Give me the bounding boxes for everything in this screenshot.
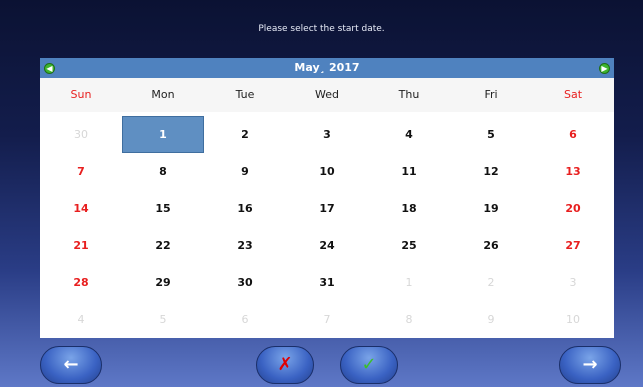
weekday-tue: Tue <box>235 88 255 101</box>
day-cell[interactable]: 3 <box>286 116 368 153</box>
day-cell[interactable]: 17 <box>286 190 368 227</box>
day-cell[interactable]: 8 <box>122 153 204 190</box>
day-cell[interactable]: 28 <box>40 264 122 301</box>
date-picker-calendar: May¸ 2017 ◀ ▶ Sun Mon Tue Wed Thu Fri Sa… <box>40 58 614 338</box>
day-cell[interactable]: 20 <box>532 190 614 227</box>
day-cell[interactable]: 21 <box>40 227 122 264</box>
previous-month-button[interactable]: ◀ <box>44 63 55 74</box>
arrow-left-icon: ← <box>63 354 79 375</box>
arrow-right-icon: → <box>582 354 598 375</box>
day-cell[interactable]: 6 <box>204 301 286 338</box>
day-cell[interactable]: 8 <box>368 301 450 338</box>
close-icon: ✗ <box>277 354 293 375</box>
weekday-header-row: Sun Mon Tue Wed Thu Fri Sat <box>40 78 614 112</box>
next-button[interactable]: → <box>559 346 621 384</box>
day-cell[interactable]: 31 <box>286 264 368 301</box>
day-cell[interactable]: 5 <box>122 301 204 338</box>
day-cell[interactable]: 1 <box>368 264 450 301</box>
day-cell[interactable]: 5 <box>450 116 532 153</box>
weekday-sun: Sun <box>70 88 92 101</box>
month-year-label: May¸ 2017 <box>294 61 360 74</box>
arrow-left-icon: ◀ <box>46 64 53 73</box>
day-cell[interactable]: 9 <box>450 301 532 338</box>
day-cell[interactable]: 14 <box>40 190 122 227</box>
day-cell[interactable]: 19 <box>450 190 532 227</box>
day-cell[interactable]: 18 <box>368 190 450 227</box>
day-cell[interactable]: 3 <box>532 264 614 301</box>
day-cell[interactable]: 10 <box>286 153 368 190</box>
day-cell[interactable]: 7 <box>286 301 368 338</box>
day-cell[interactable]: 2 <box>450 264 532 301</box>
day-cell[interactable]: 29 <box>122 264 204 301</box>
day-cell[interactable]: 11 <box>368 153 450 190</box>
weekday-wed: Wed <box>315 88 339 101</box>
day-cell[interactable]: 4 <box>40 301 122 338</box>
day-cell-selected[interactable]: 1 <box>122 116 204 153</box>
instruction-text: Please select the start date. <box>258 24 385 34</box>
day-cell[interactable]: 7 <box>40 153 122 190</box>
weekday-sat: Sat <box>563 88 583 101</box>
back-button[interactable]: ← <box>40 346 102 384</box>
calendar-day-grid: 30 1 2 3 4 5 6 7 8 9 10 11 12 13 14 15 1… <box>40 116 614 338</box>
confirm-button[interactable]: ✓ <box>340 346 398 384</box>
day-cell[interactable]: 30 <box>40 116 122 153</box>
weekday-thu: Thu <box>398 88 420 101</box>
day-cell[interactable]: 15 <box>122 190 204 227</box>
day-cell[interactable]: 16 <box>204 190 286 227</box>
day-cell[interactable]: 4 <box>368 116 450 153</box>
calendar-header: May¸ 2017 ◀ ▶ <box>40 58 614 78</box>
day-cell[interactable]: 9 <box>204 153 286 190</box>
day-cell[interactable]: 22 <box>122 227 204 264</box>
day-cell[interactable]: 27 <box>532 227 614 264</box>
check-icon: ✓ <box>361 354 377 375</box>
day-cell[interactable]: 25 <box>368 227 450 264</box>
day-cell[interactable]: 24 <box>286 227 368 264</box>
day-cell[interactable]: 30 <box>204 264 286 301</box>
day-cell[interactable]: 12 <box>450 153 532 190</box>
weekday-fri: Fri <box>484 88 498 101</box>
arrow-right-icon: ▶ <box>601 64 608 73</box>
day-cell[interactable]: 10 <box>532 301 614 338</box>
day-cell[interactable]: 13 <box>532 153 614 190</box>
day-cell[interactable]: 6 <box>532 116 614 153</box>
day-cell[interactable]: 2 <box>204 116 286 153</box>
next-month-button[interactable]: ▶ <box>599 63 610 74</box>
cancel-button[interactable]: ✗ <box>256 346 314 384</box>
day-cell[interactable]: 23 <box>204 227 286 264</box>
day-cell[interactable]: 26 <box>450 227 532 264</box>
weekday-mon: Mon <box>151 88 175 101</box>
